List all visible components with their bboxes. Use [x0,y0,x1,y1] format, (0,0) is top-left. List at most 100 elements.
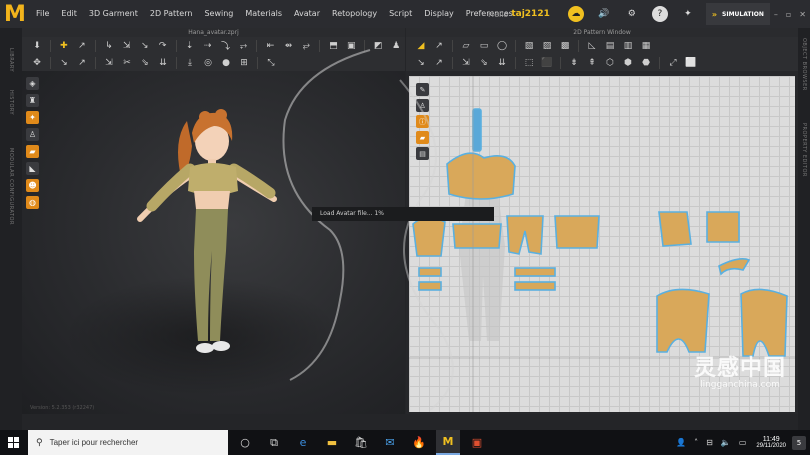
tape-icon[interactable]: ⇲ [120,39,134,52]
grid-icon[interactable]: ⊞ [237,56,251,69]
avatar-2d-icon[interactable]: ♙ [416,99,429,112]
user-name[interactable]: taj2121 [511,9,550,19]
internal-circle-icon[interactable]: ▩ [558,39,572,52]
speaker-icon[interactable]: 🔊 [596,6,612,22]
check-sewing-icon[interactable]: ⇲ [459,56,473,69]
edit-pattern-icon[interactable]: ↘ [57,56,71,69]
sewing-tack-icon[interactable]: ⇊ [495,56,509,69]
polygon-icon[interactable]: ▱ [459,39,473,52]
dart-icon[interactable]: ◺ [585,39,599,52]
minimize-icon[interactable]: – [774,10,778,19]
menu-sewing[interactable]: Sewing [198,0,239,28]
menu-3d-garment[interactable]: 3D Garment [83,0,144,28]
texture-2d-icon[interactable]: ⬚ [522,56,536,69]
modular-configurator-tab[interactable]: MODULAR CONFIGURATOR [8,148,14,225]
task-view-icon[interactable]: ⧉ [262,430,286,455]
shirring-icon[interactable]: ⥅ [237,39,251,52]
graphic-icon[interactable]: ◎ [201,56,215,69]
battery-icon[interactable]: ▭ [739,438,747,447]
menu-display[interactable]: Display [418,0,460,28]
chevron-up-icon[interactable]: ˄ [694,438,698,447]
internal-polygon-icon[interactable]: ▧ [522,39,536,52]
shirt-icon[interactable]: ♟ [389,39,403,52]
menu-edit[interactable]: Edit [55,0,83,28]
cortana-icon[interactable]: ○ [233,430,257,455]
view-2d-icon[interactable]: ⬜ [684,56,698,69]
edit-pattern-2d-icon[interactable]: ↗ [432,39,446,52]
rectangle-icon[interactable]: ▭ [477,39,491,52]
edit-point-icon[interactable]: ↗ [75,56,89,69]
measure-icon[interactable]: ↘ [138,39,152,52]
app-red-icon[interactable]: ▣ [465,430,489,455]
strap-icon[interactable]: ↷ [156,39,170,52]
tack-icon[interactable]: ⇘ [138,56,152,69]
segment-sewing-icon[interactable]: ⇲ [102,56,116,69]
store-icon[interactable]: 🛍 [349,430,373,455]
edit-sewing-icon[interactable]: ⇘ [477,56,491,69]
maximize-icon[interactable]: ▫ [786,10,791,19]
settings-icon[interactable]: ⚙ [624,6,640,22]
property-editor-tab[interactable]: PROPERTY EDITOR [801,123,807,177]
3d-viewport[interactable]: ◈ ♜ ✦ ♙ ▰ ◣ ☻ ◍ Version: 5.2.353 (r32247… [22,71,405,414]
circle-icon[interactable]: ◯ [495,39,509,52]
pattern-color-icon[interactable]: ▰ [416,131,429,144]
library-tab[interactable]: LIBRARY [8,48,14,72]
avatar-figure[interactable] [22,71,405,414]
layer-icon[interactable]: ▤ [416,147,429,160]
firefox-icon[interactable]: 🔥 [407,430,431,455]
select-icon[interactable]: ⬇ [30,39,44,52]
texture-icon[interactable]: ⤓ [183,56,197,69]
internal-rect-icon[interactable]: ▨ [540,39,554,52]
clo3d-taskbar-icon[interactable]: M [436,430,460,455]
clock[interactable]: 11:49 29/11/2020 [756,436,786,449]
zoom-icon[interactable]: ⤢ [666,56,680,69]
free-sewing-2d-icon[interactable]: ↗ [432,56,446,69]
share-icon[interactable]: ✦ [680,6,696,22]
close-icon[interactable]: ✕ [799,10,806,19]
object-browser-tab[interactable]: OBJECT BROWSER [801,38,807,91]
menu-2d-pattern[interactable]: 2D Pattern [144,0,199,28]
mail-icon[interactable]: ✉ [378,430,402,455]
taskbar-search[interactable]: ⚲ Taper ici pour rechercher [28,430,228,455]
edit-icon[interactable]: ✥ [30,56,44,69]
menu-script[interactable]: Script [383,0,418,28]
seam-icon[interactable]: ⇊ [156,56,170,69]
puckering-icon[interactable]: ⤵ [219,39,233,52]
button-tool-icon[interactable]: ⇤ [263,39,277,52]
menu-file[interactable]: File [30,0,55,28]
history-tab[interactable]: HISTORY [8,90,14,115]
menu-retopology[interactable]: Retopology [326,0,383,28]
fitting-icon[interactable]: ◩ [371,39,385,52]
info-icon[interactable]: ⓘ [416,115,429,128]
file-explorer-icon[interactable]: ▬ [320,430,344,455]
cloud-icon[interactable]: ☁ [567,6,584,22]
help-icon[interactable]: ? [651,6,668,22]
grade-icon[interactable]: ⇞ [585,56,599,69]
simulation-button[interactable]: » SIMULATION [705,3,770,25]
zipper-icon[interactable]: ⥂ [299,39,313,52]
annotation-icon[interactable]: ⇟ [567,56,581,69]
edge-icon[interactable]: e [291,430,315,455]
camera-icon[interactable]: ⤡ [264,56,278,69]
fold-icon[interactable]: ↗ [75,39,89,52]
notification-badge[interactable]: 5 [792,435,806,450]
graphic-2d-icon[interactable]: ⬛ [540,56,554,69]
avatar-measure-icon[interactable]: ⬒ [326,39,340,52]
free-sewing-icon[interactable]: ✂ [120,56,134,69]
brush-icon[interactable]: ✎ [416,83,429,96]
garment-fit-icon[interactable]: ▣ [344,39,358,52]
menu-materials[interactable]: Materials [239,0,288,28]
flatten-icon[interactable]: ⇣ [183,39,197,52]
arrange-icon[interactable]: ⬢ [621,56,635,69]
topstitch-icon[interactable]: ⇢ [201,39,215,52]
people-icon[interactable]: 👤 [676,438,686,447]
sphere-icon[interactable]: ● [219,56,233,69]
start-button[interactable] [0,430,28,455]
menu-avatar[interactable]: Avatar [288,0,326,28]
seam-allowance-icon[interactable]: ▦ [639,39,653,52]
notch-icon[interactable]: ▥ [621,39,635,52]
volume-icon[interactable]: 🔈 [721,438,731,447]
transform-icon[interactable]: ✚ [57,39,71,52]
trace-icon[interactable]: ▤ [603,39,617,52]
buttonhole-icon[interactable]: ⇴ [281,39,295,52]
